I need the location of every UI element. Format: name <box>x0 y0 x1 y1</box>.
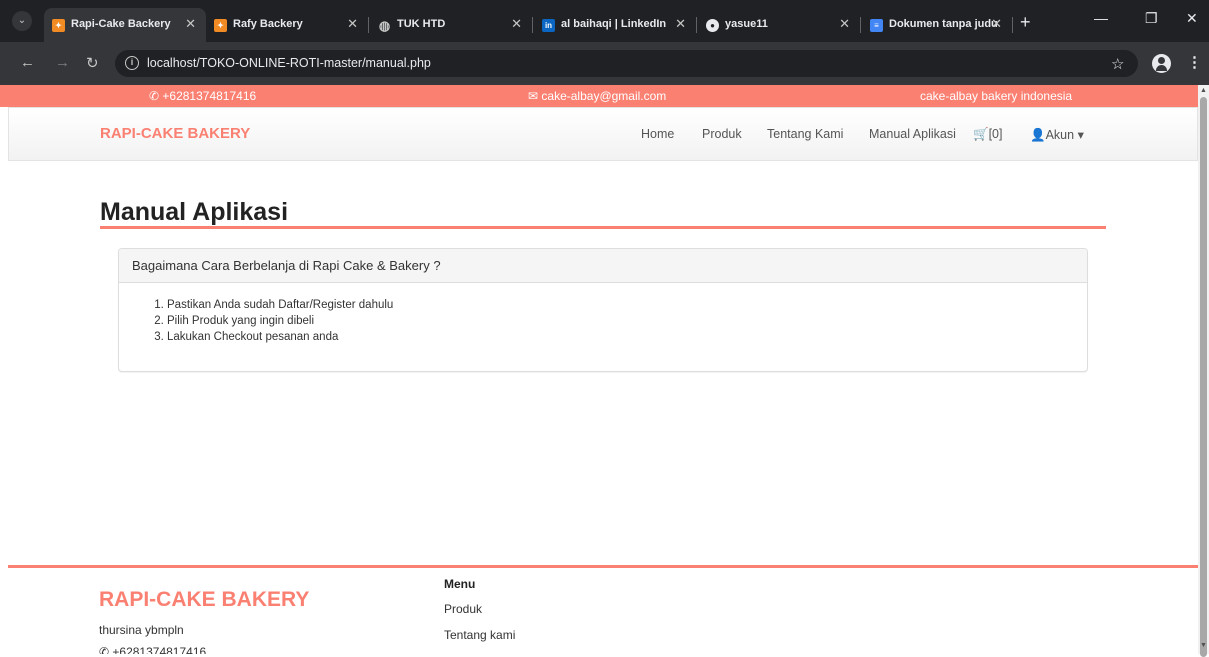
guide-step: Pilih Produk yang ingin dibeli <box>167 313 1065 329</box>
footer-address: thursina ybmpln <box>99 623 184 637</box>
topbar-email-text: cake-albay@gmail.com <box>541 89 667 103</box>
bookmark-star-icon[interactable]: ☆ <box>1111 55 1124 73</box>
profile-avatar-icon[interactable] <box>1152 54 1171 73</box>
window-close-icon[interactable]: ✕ <box>1186 10 1198 27</box>
nav-link-manual-aplikasi[interactable]: Manual Aplikasi <box>869 127 956 141</box>
akun-label: Akun <box>1045 128 1075 142</box>
tab-close-icon[interactable]: ✕ <box>511 16 522 32</box>
browser-tab-strip: ⌄ ✦ Rapi-Cake Backery ✕ ✦ Rafy Backery ✕… <box>0 0 1209 42</box>
browser-tab-rapi-cake[interactable]: ✦ Rapi-Cake Backery ✕ <box>44 8 206 42</box>
tab-search-chevron-icon[interactable]: ⌄ <box>12 11 32 31</box>
tab-close-icon[interactable]: ✕ <box>185 16 196 32</box>
tab-title: Rafy Backery <box>233 18 303 30</box>
scroll-up-arrow-icon[interactable]: ▲ <box>1200 87 1207 94</box>
navbar-brand[interactable]: RAPI-CAKE BAKERY <box>100 125 250 142</box>
page-viewport: ✆ +6281374817416 ✉ cake-albay@gmail.com … <box>0 85 1198 654</box>
footer-menu-heading: Menu <box>444 577 476 591</box>
github-icon: ● <box>706 19 719 32</box>
guide-steps-list: Pastikan Anda sudah Daftar/Register dahu… <box>141 297 1065 345</box>
title-divider <box>100 226 1106 229</box>
phone-icon: ✆ <box>149 89 160 103</box>
restore-icon[interactable]: ❐ <box>1145 10 1158 27</box>
guide-panel-heading: Bagaimana Cara Berbelanja di Rapi Cake &… <box>119 249 1087 283</box>
tab-separator <box>860 17 861 33</box>
tab-separator <box>532 17 533 33</box>
scrollbar-thumb[interactable] <box>1200 97 1207 657</box>
footer-brand: RAPI-CAKE BAKERY <box>99 588 310 611</box>
envelope-icon: ✉ <box>528 89 539 103</box>
tab-close-icon[interactable]: ✕ <box>839 16 850 32</box>
topbar-tagline: cake-albay bakery indonesia <box>920 89 1073 103</box>
minimize-icon[interactable]: — <box>1094 10 1108 26</box>
cake-favicon-icon: ✦ <box>52 19 65 32</box>
browser-toolbar: ← → ↻ i localhost/TOKO-ONLINE-ROTI-maste… <box>0 42 1209 85</box>
tab-close-icon[interactable]: ✕ <box>991 16 1002 32</box>
page-title: Manual Aplikasi <box>100 198 289 226</box>
topbar-phone-text: +6281374817416 <box>162 89 257 103</box>
tab-separator <box>368 17 369 33</box>
cart-count: [0] <box>988 127 1003 141</box>
nav-akun-dropdown[interactable]: 👤Akun ▾ <box>1030 127 1084 143</box>
browser-tab-linkedin[interactable]: in al baihaqi | LinkedIn ✕ <box>534 8 696 42</box>
nav-cart[interactable]: 🛒[0] <box>973 127 1002 142</box>
docs-icon: ≡ <box>870 19 883 32</box>
nav-link-tentang-kami[interactable]: Tentang Kami <box>767 127 843 141</box>
browser-tab-tuk[interactable]: ◍ TUK HTD ✕ <box>370 8 532 42</box>
nav-link-produk[interactable]: Produk <box>702 127 742 141</box>
cart-icon: 🛒 <box>973 127 989 141</box>
address-url: localhost/TOKO-ONLINE-ROTI-master/manual… <box>147 56 431 70</box>
footer-phone-text: +6281374817416 <box>112 645 207 654</box>
tab-separator <box>1012 17 1013 33</box>
footer-link-tentang-kami[interactable]: Tentang kami <box>444 628 515 642</box>
contact-topbar: ✆ +6281374817416 ✉ cake-albay@gmail.com … <box>0 85 1198 107</box>
topbar-email: ✉ cake-albay@gmail.com <box>528 89 666 103</box>
browser-menu-icon[interactable]: ⋮ <box>1187 53 1202 71</box>
tab-close-icon[interactable]: ✕ <box>675 16 686 32</box>
tab-separator <box>696 17 697 33</box>
address-bar[interactable]: i localhost/TOKO-ONLINE-ROTI-master/manu… <box>115 50 1138 77</box>
site-footer: RAPI-CAKE BAKERY thursina ybmpln ✆ +6281… <box>8 565 1198 654</box>
browser-tab-rafy[interactable]: ✦ Rafy Backery ✕ <box>206 8 368 42</box>
footer-phone: ✆ +6281374817416 <box>99 645 206 654</box>
cake-favicon-icon: ✦ <box>214 19 227 32</box>
browser-tab-docs[interactable]: ≡ Dokumen tanpa judu ✕ <box>862 8 1012 42</box>
reload-icon[interactable]: ↻ <box>86 54 99 72</box>
scroll-down-arrow-icon[interactable]: ▼ <box>1200 642 1207 649</box>
site-info-icon[interactable]: i <box>125 56 139 70</box>
tab-title: TUK HTD <box>397 18 446 30</box>
tab-title: Dokumen tanpa judu <box>889 18 998 30</box>
page-scrollbar[interactable]: ▲ ▼ <box>1198 85 1209 657</box>
globe-icon: ◍ <box>378 18 391 33</box>
back-arrow-icon[interactable]: ← <box>20 54 35 71</box>
topbar-phone: ✆ +6281374817416 <box>149 89 256 103</box>
browser-tab-github[interactable]: ● yasue11 ✕ <box>698 8 860 42</box>
tab-title: yasue11 <box>725 18 768 30</box>
nav-link-home[interactable]: Home <box>641 127 674 141</box>
tab-title: al baihaqi | LinkedIn <box>561 18 667 30</box>
phone-icon: ✆ <box>99 645 110 654</box>
tab-title: Rapi-Cake Backery <box>71 18 171 30</box>
site-navbar: RAPI-CAKE BAKERY Home Produk Tentang Kam… <box>8 107 1198 161</box>
forward-arrow-icon[interactable]: → <box>55 54 70 71</box>
guide-panel: Bagaimana Cara Berbelanja di Rapi Cake &… <box>118 248 1088 372</box>
linkedin-icon: in <box>542 19 555 32</box>
guide-panel-body: Pastikan Anda sudah Daftar/Register dahu… <box>119 283 1087 359</box>
guide-step: Lakukan Checkout pesanan anda <box>167 329 1065 345</box>
footer-link-produk[interactable]: Produk <box>444 602 482 616</box>
caret-down-icon: ▾ <box>1077 128 1084 142</box>
new-tab-plus-icon[interactable]: + <box>1020 12 1031 33</box>
user-icon: 👤 <box>1030 128 1046 142</box>
guide-step: Pastikan Anda sudah Daftar/Register dahu… <box>167 297 1065 313</box>
tab-close-icon[interactable]: ✕ <box>347 16 358 32</box>
